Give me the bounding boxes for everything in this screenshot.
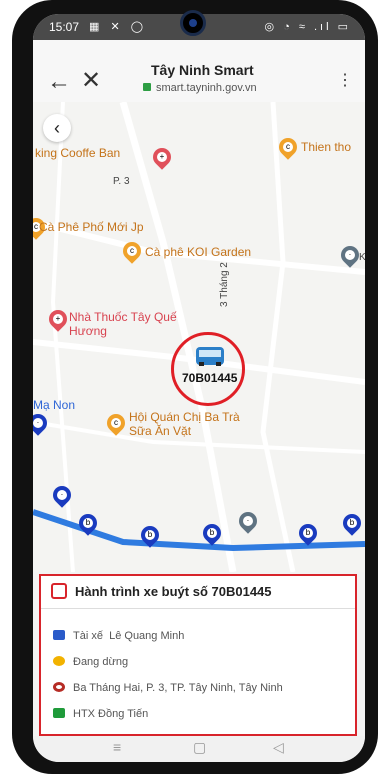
driver-label: Tài xế xyxy=(73,630,103,642)
poi-pharmacy-line2[interactable]: Hương xyxy=(69,324,107,338)
page-title: Tây Ninh Smart xyxy=(151,62,254,78)
poi-pharmacy-line1[interactable]: Nhà Thuốc Tây Quế xyxy=(69,310,177,324)
driver-row: Tài xế Lê Quang Minh xyxy=(53,630,184,642)
location-row: Ba Tháng Hai, P. 3, TP. Tây Ninh, Tây Ni… xyxy=(53,682,283,694)
bus-highlight-circle[interactable]: 70B01445 xyxy=(171,332,245,406)
id-card-icon xyxy=(53,630,65,640)
nav-back-button[interactable]: ◁ xyxy=(273,739,284,756)
area-label-p3: P. 3 xyxy=(113,176,130,187)
poi-hoi-quan-line1[interactable]: Hội Quán Chị Ba Trà xyxy=(129,410,240,424)
poi-koi-garden[interactable]: Cà phê KOI Garden xyxy=(145,245,251,259)
recent-apps-button[interactable]: ≡ xyxy=(113,739,121,755)
panel-header: Hành trình xe buýt số 70B01445 xyxy=(41,576,355,609)
bus-icon xyxy=(51,583,67,599)
home-button[interactable]: ▢ xyxy=(193,739,206,756)
bus-location: Ba Tháng Hai, P. 3, TP. Tây Ninh, Tây Ni… xyxy=(73,682,283,694)
browser-toolbar: ← ✕ Tây Ninh Smart smart.tayninh.gov.vn … xyxy=(33,40,365,103)
company-bus-icon xyxy=(53,708,65,718)
company-row: HTX Đồng Tiến xyxy=(53,708,148,720)
system-nav-bar: ≡ ▢ ◁ xyxy=(33,736,365,762)
poi-pho-moi[interactable]: Cà Phê Phố Mới Jp xyxy=(39,220,144,234)
camera-notch xyxy=(180,10,206,36)
phone-screen: 15:07 ▦ ✕ ◯ ◎ ◔ ≈ .ıl ▭ ← ✕ Tây Ninh Sma… xyxy=(33,14,365,762)
state-row: Đang dừng xyxy=(53,656,128,668)
location-icon xyxy=(53,682,65,692)
back-arrow-icon[interactable]: ← xyxy=(47,68,71,96)
bus-plate-label: 70B01445 xyxy=(182,371,238,385)
poi-ma-non[interactable]: Mạ Non xyxy=(33,398,75,412)
overflow-menu-icon[interactable]: ⋮ xyxy=(337,70,353,90)
bus-state: Đang dừng xyxy=(73,656,129,668)
panel-title: Hành trình xe buýt số 70B01445 xyxy=(75,584,272,599)
url-label: smart.tayninh.gov.vn xyxy=(156,82,257,94)
notification-icons: ▦ ✕ ◯ xyxy=(89,21,148,33)
map-view[interactable]: ‹ king Cooffe Ban + c Thien tho P. 3 c C… xyxy=(33,102,365,572)
map-back-button[interactable]: ‹ xyxy=(43,114,71,142)
url-text: smart.tayninh.gov.vn xyxy=(143,82,257,94)
poi-thien-tho[interactable]: Thien tho xyxy=(301,140,351,154)
poi-k[interactable]: K xyxy=(359,252,365,263)
street-label: 3 Tháng 2 xyxy=(219,262,230,307)
bus-icon xyxy=(196,347,224,366)
status-icon xyxy=(53,656,65,666)
bus-company: HTX Đồng Tiến xyxy=(73,708,149,720)
poi-hoi-quan-line2[interactable]: Sữa Ăn Vặt xyxy=(129,424,191,438)
poi-coffee-ban[interactable]: king Cooffe Ban xyxy=(35,146,120,160)
bus-info-panel: Hành trình xe buýt số 70B01445 Tài xế Lê… xyxy=(39,574,357,736)
system-icons: ◎ ◔ ≈ .ıl ▭ xyxy=(264,21,351,33)
close-icon[interactable]: ✕ xyxy=(81,66,101,95)
lock-icon xyxy=(143,83,151,91)
driver-name: Lê Quang Minh xyxy=(109,630,185,642)
status-time: 15:07 xyxy=(49,20,80,34)
